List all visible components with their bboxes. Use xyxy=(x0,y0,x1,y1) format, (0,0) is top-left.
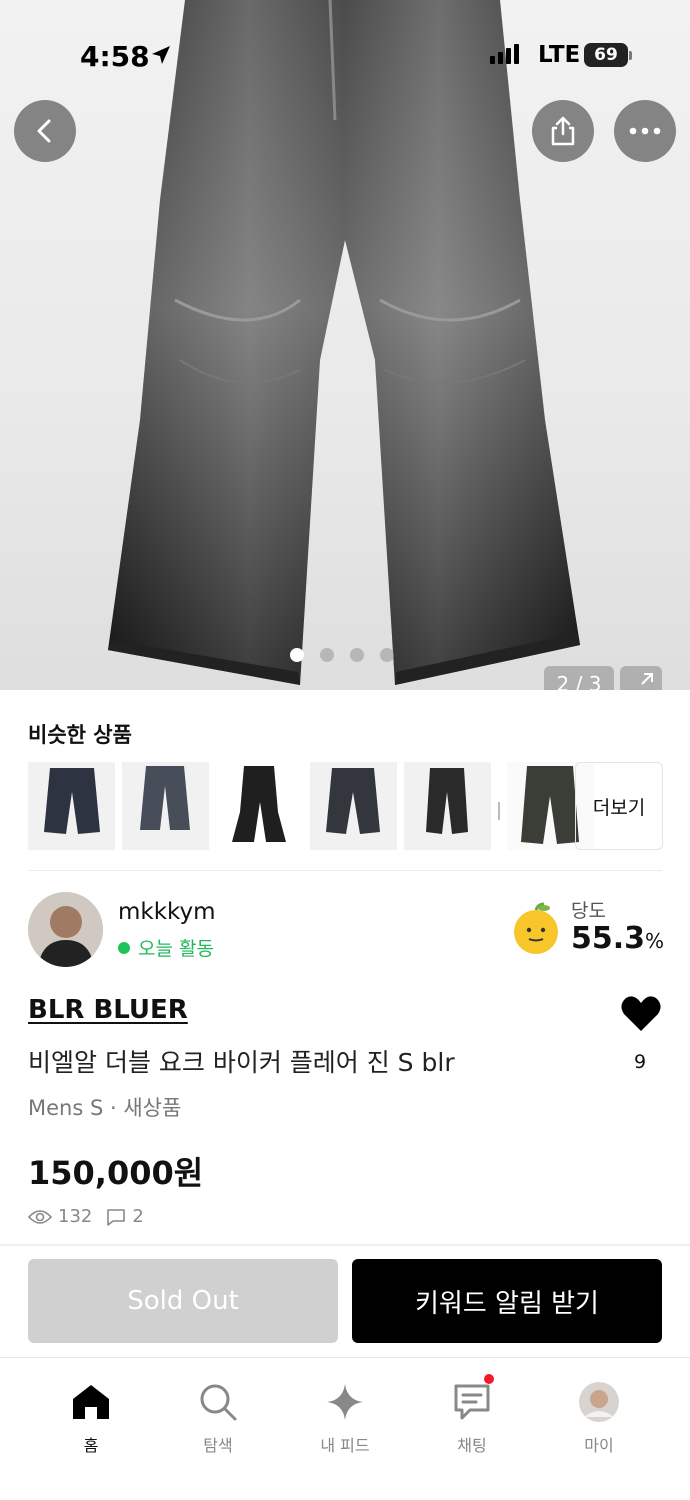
share-icon xyxy=(551,116,575,146)
chevron-left-icon xyxy=(37,119,51,143)
comment-icon xyxy=(107,1208,126,1226)
product-title: 비엘알 더블 요크 바이커 플레어 진 S blr xyxy=(28,1048,455,1077)
network-label: LTE xyxy=(538,42,581,68)
carousel-dot xyxy=(290,648,304,662)
similar-product-thumbnail[interactable] xyxy=(310,762,397,850)
chat-icon xyxy=(454,1384,490,1420)
activity-label: 오늘 활동 xyxy=(138,938,214,960)
status-bar: 4:58 LTE 69 xyxy=(0,0,690,110)
signal-icon xyxy=(490,44,519,64)
more-similar-button[interactable]: 더보기 xyxy=(575,762,663,850)
eye-icon xyxy=(28,1209,52,1224)
tab-home[interactable]: 홈 xyxy=(31,1380,151,1456)
image-counter: 2 / 3 xyxy=(544,666,614,690)
sweetness-label: 당도 xyxy=(571,900,606,922)
like-count: 9 xyxy=(634,1051,647,1073)
carousel-dot xyxy=(320,648,334,662)
product-image-carousel[interactable]: 4:58 LTE 69 2 / 3 xyxy=(0,0,690,690)
bottom-tab-bar: 홈 탐색 내 피드 채팅 마이 xyxy=(0,1358,690,1500)
similar-product-thumbnail[interactable] xyxy=(404,762,491,850)
expand-icon xyxy=(641,673,653,685)
tab-my-page[interactable]: 마이 xyxy=(539,1380,659,1456)
online-dot xyxy=(118,941,130,954)
share-button[interactable] xyxy=(532,100,594,162)
notification-dot xyxy=(484,1374,494,1384)
battery-cap xyxy=(629,51,632,60)
tab-explore[interactable]: 탐색 xyxy=(158,1380,278,1456)
back-button[interactable] xyxy=(14,100,76,162)
divider xyxy=(28,870,662,871)
product-stats: 132 2 xyxy=(28,1206,144,1227)
sparkle-icon xyxy=(327,1384,363,1420)
tab-label: 마이 xyxy=(584,1436,614,1455)
tab-my-feed[interactable]: 내 피드 xyxy=(285,1380,405,1456)
tab-label: 채팅 xyxy=(457,1436,487,1455)
comment-count: 2 xyxy=(132,1206,144,1227)
product-price: 150,000원 xyxy=(28,1154,204,1192)
tab-chat[interactable]: 채팅 xyxy=(412,1374,532,1456)
product-meta: Mens S · 새상품 xyxy=(28,1096,182,1120)
thumb-divider xyxy=(498,802,500,820)
search-icon xyxy=(200,1384,237,1421)
more-options-button[interactable] xyxy=(614,100,676,162)
status-time: 4:58 xyxy=(80,40,150,73)
seller-name[interactable]: mkkkym xyxy=(118,899,216,925)
keyword-alert-button[interactable]: 키워드 알림 받기 xyxy=(352,1259,662,1343)
ellipsis-icon xyxy=(629,127,661,135)
sweetness-value: 55.3% xyxy=(571,921,665,956)
apple-sweetness-icon xyxy=(514,902,558,954)
seller-avatar[interactable] xyxy=(28,892,103,967)
battery-icon: 69 xyxy=(584,43,628,67)
view-count: 132 xyxy=(58,1206,93,1227)
profile-avatar xyxy=(579,1382,619,1422)
similar-products-title: 비슷한 상품 xyxy=(28,723,132,747)
seller-activity-status: 오늘 활동 xyxy=(118,934,214,961)
similar-product-thumbnail[interactable] xyxy=(216,762,303,850)
sold-out-button[interactable]: Sold Out xyxy=(28,1259,338,1343)
similar-product-thumbnail[interactable] xyxy=(28,762,115,850)
location-arrow-icon xyxy=(152,46,170,64)
carousel-dots xyxy=(290,648,394,662)
similar-product-thumbnail[interactable] xyxy=(122,762,209,850)
tab-label: 홈 xyxy=(83,1436,99,1455)
brand-link[interactable]: BLR BLUER xyxy=(28,995,188,1025)
expand-image-button[interactable] xyxy=(620,666,662,690)
tab-label: 탐색 xyxy=(203,1436,233,1455)
home-icon xyxy=(73,1385,109,1419)
similar-products-list xyxy=(28,762,594,850)
tab-label: 내 피드 xyxy=(320,1436,370,1455)
divider xyxy=(0,1244,690,1246)
heart-icon[interactable] xyxy=(620,995,662,1033)
carousel-dot xyxy=(380,648,394,662)
carousel-dot xyxy=(350,648,364,662)
